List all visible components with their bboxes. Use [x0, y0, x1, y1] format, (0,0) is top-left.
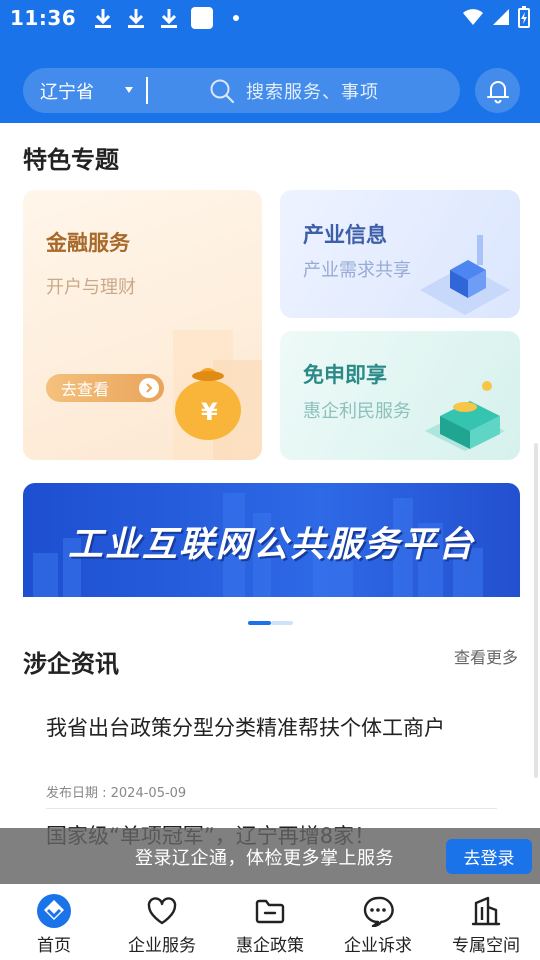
data-cube-illustration — [420, 235, 510, 315]
chat-icon — [360, 893, 396, 929]
free-card-subtitle: 惠企利民服务 — [303, 401, 411, 422]
nav-label-enterprise-service: 企业服务 — [128, 936, 196, 956]
heart-icon — [144, 893, 180, 929]
bell-icon — [486, 80, 509, 103]
search-icon — [209, 78, 235, 108]
province-selector[interactable]: 辽宁省 — [40, 78, 94, 104]
industry-info-card[interactable]: 产业信息 产业需求共享 — [280, 190, 520, 318]
nav-item-appeal[interactable]: 企业诉求 — [324, 884, 432, 960]
login-button[interactable]: 去登录 — [446, 839, 532, 874]
nav-item-policy[interactable]: 惠企政策 — [216, 884, 324, 960]
nav-label-policy: 惠企政策 — [236, 936, 304, 956]
signal-icon — [493, 9, 509, 25]
download-icon — [158, 6, 180, 30]
view-more-link[interactable]: 查看更多 — [454, 644, 518, 668]
promo-banner[interactable]: 工业互联网公共服务平台 — [23, 483, 520, 597]
coin-box-illustration — [425, 381, 505, 451]
industry-card-title: 产业信息 — [303, 223, 387, 247]
featured-section-title: 特色专题 — [23, 146, 119, 174]
chevron-right-icon — [139, 378, 159, 398]
finance-service-card[interactable]: ¥ 金融服务 开户与理财 去查看 — [23, 190, 262, 460]
news-item-title[interactable]: 我省出台政策分型分类精准帮扶个体工商户 — [46, 712, 445, 742]
more-notifications-dot-icon — [233, 15, 240, 21]
app-notification-icon — [191, 7, 214, 29]
carousel-indicator — [248, 621, 293, 625]
scrollbar[interactable] — [534, 443, 538, 778]
nav-label-appeal: 企业诉求 — [344, 936, 412, 956]
login-prompt-text: 登录辽企通，体检更多掌上服务 — [135, 848, 394, 869]
search-input[interactable]: 搜索服务、事项 — [246, 78, 379, 104]
dropdown-caret-icon[interactable] — [125, 87, 133, 93]
banner-title: 工业互联网公共服务平台 — [67, 525, 475, 565]
wifi-icon — [463, 9, 483, 25]
search-bar[interactable]: 辽宁省 搜索服务、事项 — [23, 68, 460, 113]
industry-card-subtitle: 产业需求共享 — [303, 260, 411, 281]
free-card-title: 免申即享 — [303, 363, 387, 387]
login-prompt-bar: 登录辽企通，体检更多掌上服务 去登录 — [0, 828, 540, 884]
building-icon — [468, 893, 504, 929]
finance-card-subtitle: 开户与理财 — [46, 277, 136, 298]
view-finance-button[interactable]: 去查看 — [46, 374, 164, 402]
svg-text:¥: ¥ — [201, 398, 218, 426]
folder-icon — [252, 893, 288, 929]
nav-item-home[interactable]: 首页 — [0, 884, 108, 960]
nav-label-my-space: 专属空间 — [452, 936, 520, 956]
carousel-dot — [271, 621, 293, 625]
carousel-dot-active — [248, 621, 271, 625]
news-divider — [46, 808, 497, 809]
download-icon — [125, 6, 147, 30]
finance-card-title: 金融服务 — [46, 231, 130, 255]
app-header: 11:36 辽宁省 搜索服务、事项 — [0, 0, 540, 123]
status-time: 11:36 — [10, 6, 77, 30]
nav-item-my-space[interactable]: 专属空间 — [432, 884, 540, 960]
news-section-title: 涉企资讯 — [23, 650, 119, 678]
status-bar: 11:36 — [0, 0, 540, 36]
news-item-date: 发布日期 : 2024-05-09 — [46, 786, 187, 801]
bottom-navigation: 首页 企业服务 惠企政策 企业诉求 专属空间 — [0, 884, 540, 960]
search-row: 辽宁省 搜索服务、事项 — [23, 68, 520, 113]
nav-label-home: 首页 — [37, 936, 71, 956]
nav-item-enterprise-service[interactable]: 企业服务 — [108, 884, 216, 960]
free-apply-card[interactable]: 免申即享 惠企利民服务 — [280, 331, 520, 460]
notification-button[interactable] — [475, 68, 520, 113]
status-indicators — [462, 6, 530, 28]
search-divider — [146, 77, 148, 104]
download-icon — [92, 6, 114, 30]
view-button-label: 去查看 — [61, 380, 110, 399]
home-logo-icon — [36, 893, 72, 929]
battery-icon — [518, 6, 530, 28]
